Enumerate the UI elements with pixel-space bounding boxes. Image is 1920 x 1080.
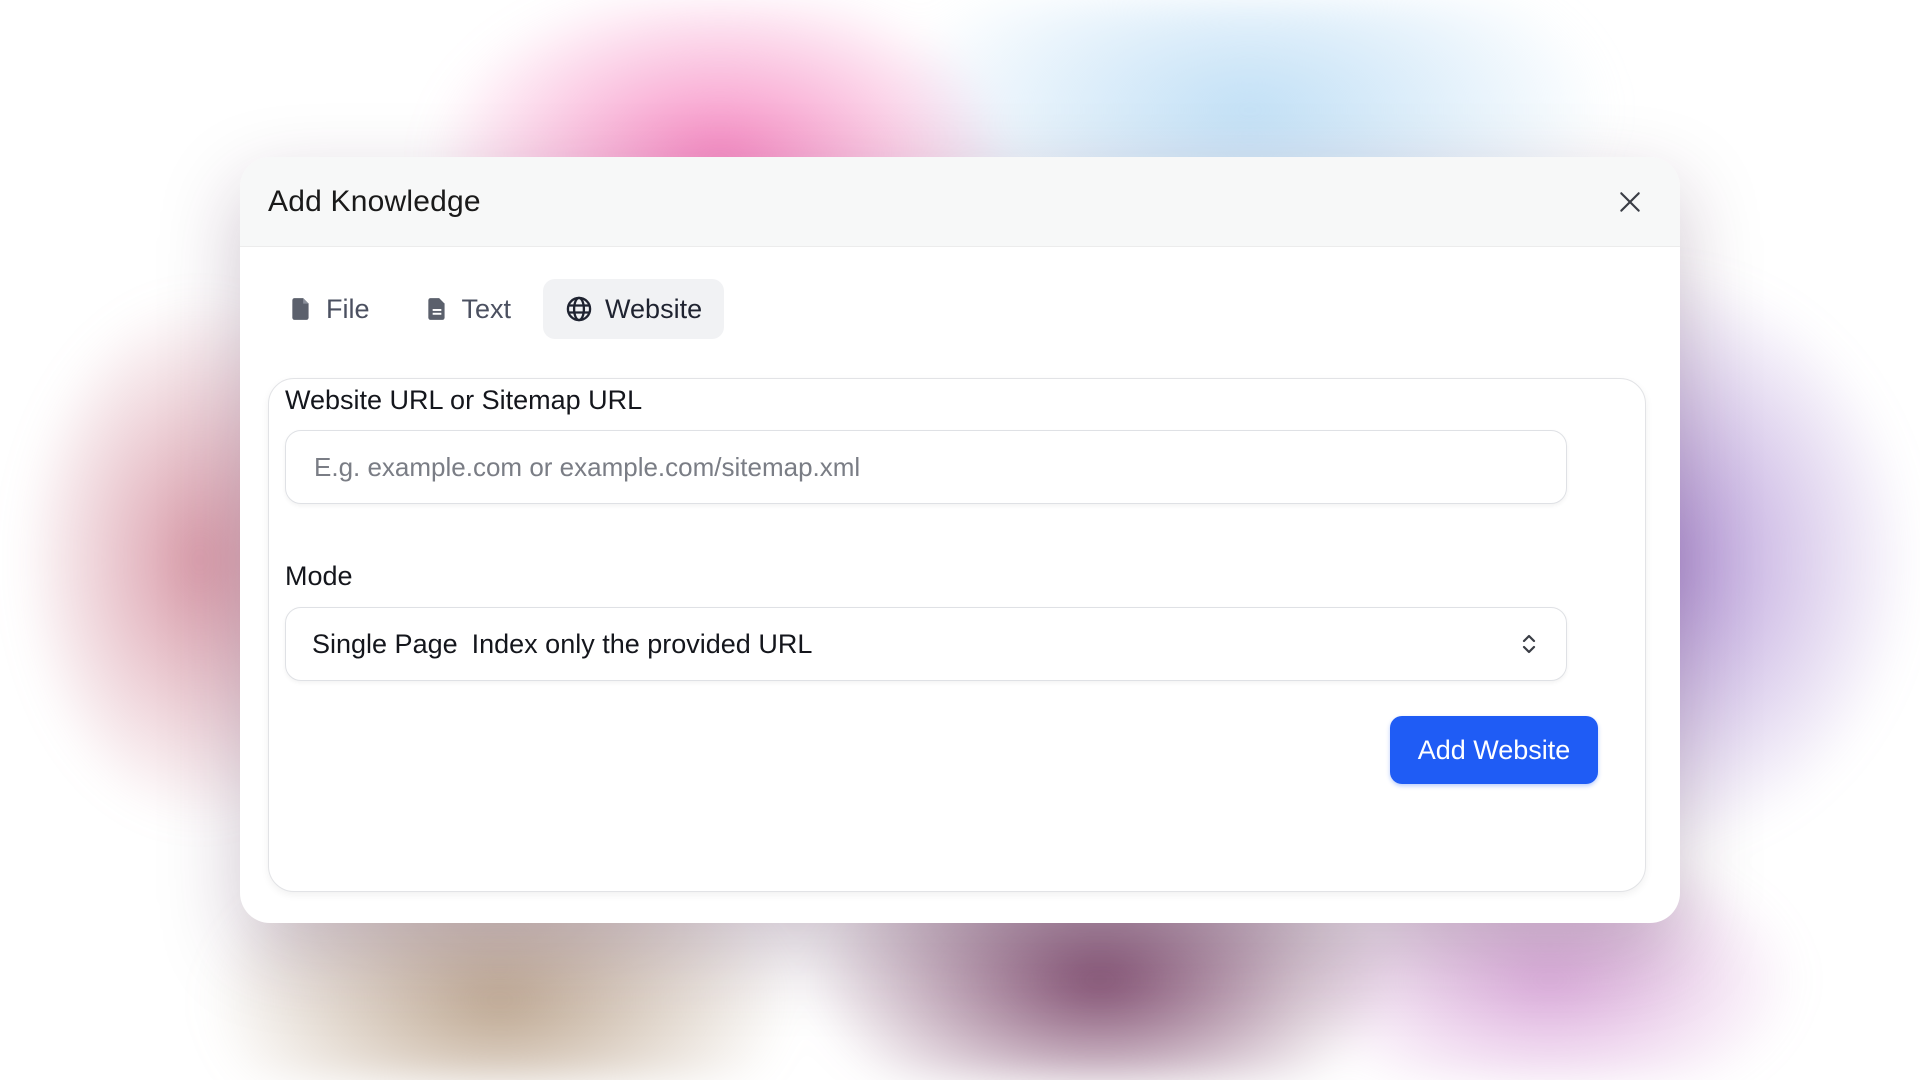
globe-icon: [566, 296, 592, 322]
mode-value: Single Page Index only the provided URL: [312, 629, 812, 660]
tab-text[interactable]: Text: [402, 279, 534, 339]
tab-website-label: Website: [605, 293, 703, 324]
document-text-icon: [427, 298, 445, 320]
url-label: Website URL or Sitemap URL: [285, 385, 643, 415]
tab-file[interactable]: File: [266, 279, 392, 339]
tab-text-label: Text: [461, 293, 512, 324]
mode-description: Index only the provided URL: [471, 628, 813, 659]
chevron-up-down-icon: [1522, 634, 1536, 654]
url-input[interactable]: [285, 430, 1567, 504]
mode-label: Mode: [285, 561, 353, 591]
close-button[interactable]: [1608, 180, 1652, 224]
mode-select[interactable]: Single Page Index only the provided URL: [285, 607, 1567, 681]
add-website-button[interactable]: Add Website: [1390, 716, 1598, 784]
tab-bar: File Text Website: [266, 157, 725, 339]
tab-file-label: File: [326, 293, 370, 324]
add-knowledge-dialog: Add Knowledge File Text Website Website …: [240, 157, 1680, 923]
file-icon: [292, 298, 309, 320]
close-icon: [1620, 191, 1640, 212]
mode-selected: Single Page: [312, 628, 458, 659]
tab-website[interactable]: Website: [543, 279, 725, 339]
